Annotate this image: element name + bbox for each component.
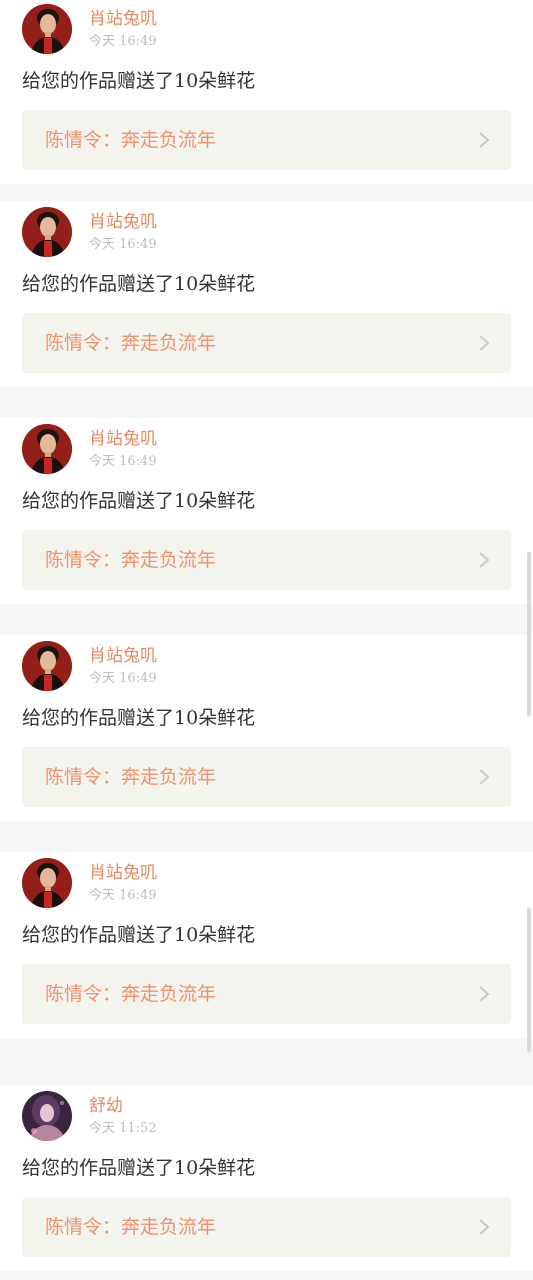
username[interactable]: 肖站兔叽 [89, 862, 157, 884]
gift-message-card: 肖站兔叽 今天 16:49 给您的作品赠送了10朵鲜花 陈情令：奔走负流年 [0, 201, 533, 387]
gift-message-card: 肖站兔叽 今天 16:49 给您的作品赠送了10朵鲜花 陈情令：奔走负流年 [0, 852, 533, 1038]
gift-message-text: 给您的作品赠送了10朵鲜花 [22, 707, 256, 729]
gift-message-card: 肖站兔叽 今天 16:49 给您的作品赠送了10朵鲜花 陈情令：奔走负流年 [0, 0, 533, 184]
work-title: 陈情令：奔走负流年 [45, 983, 217, 1005]
work-title: 陈情令：奔走负流年 [45, 1216, 217, 1238]
gift-message-text: 给您的作品赠送了10朵鲜花 [22, 273, 256, 295]
username[interactable]: 肖站兔叽 [89, 211, 157, 233]
gift-message-text: 给您的作品赠送了10朵鲜花 [22, 1157, 256, 1179]
user-avatar[interactable] [22, 207, 72, 257]
chevron-right-icon [479, 552, 490, 568]
work-link[interactable]: 陈情令：奔走负流年 [22, 110, 511, 170]
username[interactable]: 肖站兔叽 [89, 645, 157, 667]
gift-message-card: 肖站兔叽 今天 16:49 给您的作品赠送了10朵鲜花 陈情令：奔走负流年 [0, 418, 533, 604]
username[interactable]: 肖站兔叽 [89, 428, 157, 450]
username[interactable]: 肖站兔叽 [89, 8, 157, 30]
gift-message-text: 给您的作品赠送了10朵鲜花 [22, 490, 256, 512]
timestamp: 今天 16:49 [89, 237, 157, 252]
username[interactable]: 舒幼 [89, 1095, 123, 1117]
portrait-red-avatar [22, 207, 72, 257]
work-link[interactable]: 陈情令：奔走负流年 [22, 1197, 511, 1257]
chevron-right-icon [479, 986, 490, 1002]
user-avatar[interactable] [22, 4, 72, 54]
chevron-right-icon [479, 769, 490, 785]
portrait-red-avatar [22, 858, 72, 908]
timestamp: 今天 16:49 [89, 888, 157, 903]
gift-message-card: 舒幼 今天 11:52 给您的作品赠送了10朵鲜花 陈情令：奔走负流年 [0, 1085, 533, 1271]
portrait-red-avatar [22, 424, 72, 474]
timestamp: 今天 16:49 [89, 454, 157, 469]
work-link[interactable]: 陈情令：奔走负流年 [22, 313, 511, 373]
scrollbar-thumb[interactable] [527, 552, 531, 716]
gift-message-feed[interactable]: 肖站兔叽 今天 16:49 给您的作品赠送了10朵鲜花 陈情令：奔走负流年 肖站… [0, 0, 533, 1280]
portrait-red-avatar [22, 641, 72, 691]
work-link[interactable]: 陈情令：奔走负流年 [22, 747, 511, 807]
timestamp: 今天 16:49 [89, 34, 157, 49]
gift-message-text: 给您的作品赠送了10朵鲜花 [22, 70, 256, 92]
work-link[interactable]: 陈情令：奔走负流年 [22, 964, 511, 1024]
scrollbar-thumb[interactable] [527, 908, 531, 1052]
chevron-right-icon [479, 132, 490, 148]
portrait-purple-avatar [22, 1091, 72, 1141]
chevron-right-icon [479, 1219, 490, 1235]
gift-message-text: 给您的作品赠送了10朵鲜花 [22, 924, 256, 946]
work-title: 陈情令：奔走负流年 [45, 766, 217, 788]
user-avatar[interactable] [22, 1091, 72, 1141]
work-link[interactable]: 陈情令：奔走负流年 [22, 530, 511, 590]
timestamp: 今天 11:52 [89, 1121, 157, 1136]
work-title: 陈情令：奔走负流年 [45, 332, 217, 354]
gift-message-card: 肖站兔叽 今天 16:49 给您的作品赠送了10朵鲜花 陈情令：奔走负流年 [0, 635, 533, 821]
work-title: 陈情令：奔走负流年 [45, 129, 217, 151]
user-avatar[interactable] [22, 858, 72, 908]
chevron-right-icon [479, 335, 490, 351]
portrait-red-avatar [22, 4, 72, 54]
user-avatar[interactable] [22, 641, 72, 691]
work-title: 陈情令：奔走负流年 [45, 549, 217, 571]
user-avatar[interactable] [22, 424, 72, 474]
timestamp: 今天 16:49 [89, 671, 157, 686]
